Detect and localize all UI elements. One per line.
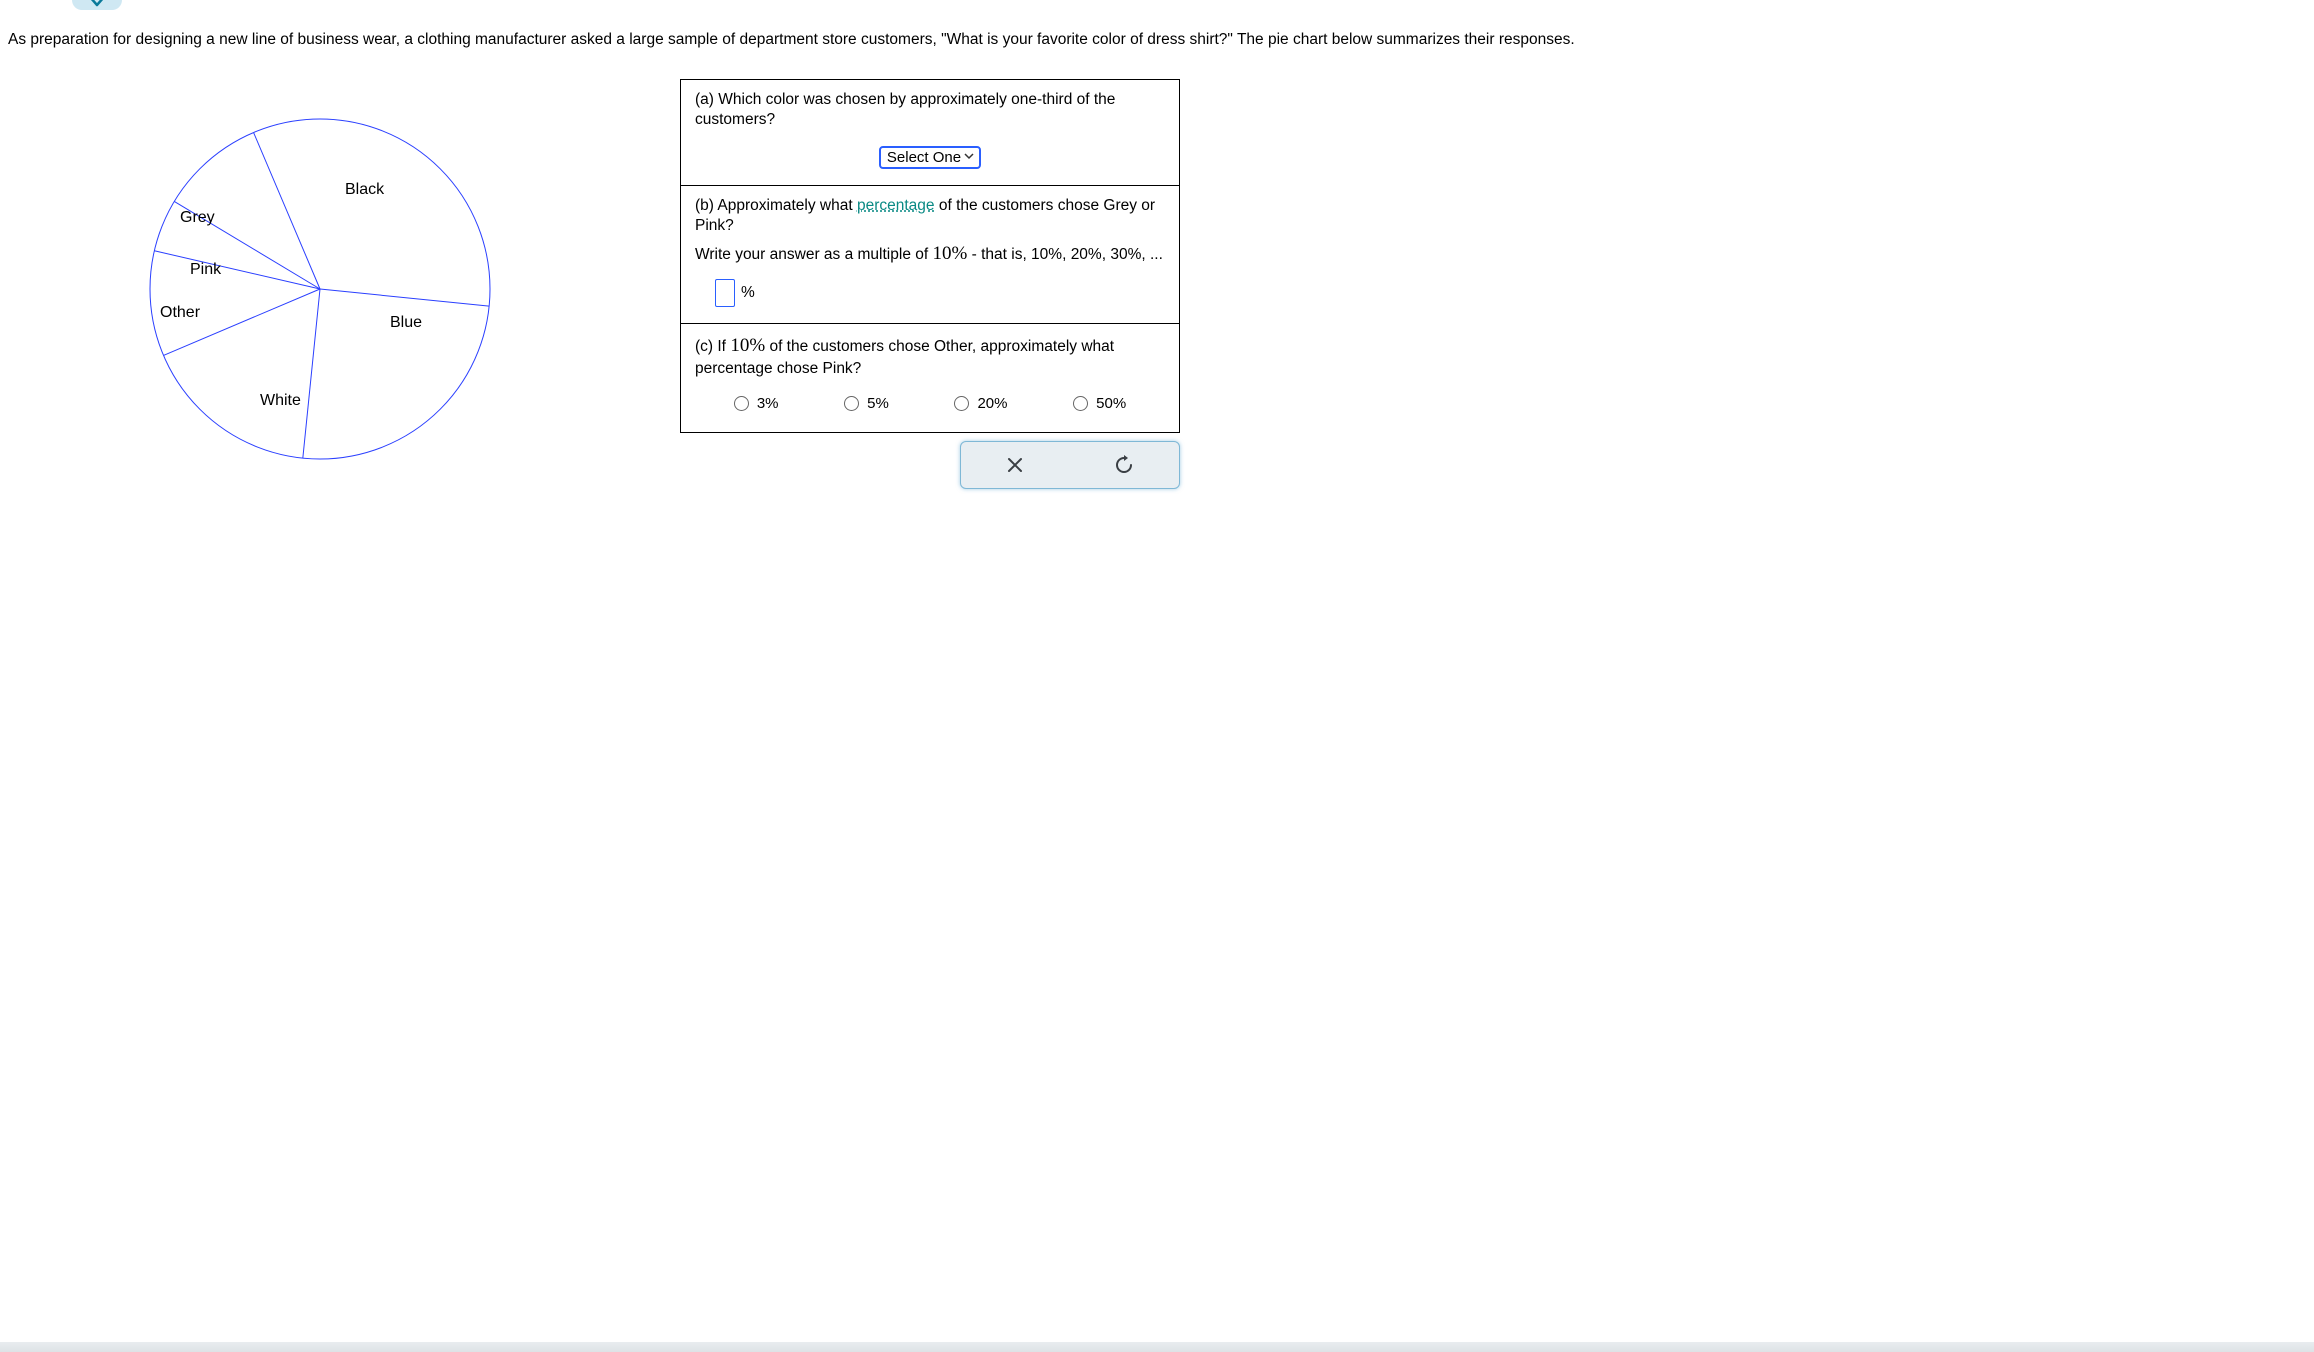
pie-chart: Black Blue White Other Pink Grey <box>140 109 500 469</box>
pie-label-other: Other <box>160 304 200 322</box>
question-prompt: As preparation for designing a new line … <box>0 0 2314 59</box>
radio-icon <box>844 396 859 411</box>
percentage-tooltip-link[interactable]: percentage <box>857 197 935 214</box>
pie-label-grey: Grey <box>180 209 215 227</box>
question-c-text: (c) If 10% of the customers chose Other,… <box>695 334 1165 379</box>
pie-label-white: White <box>260 392 301 410</box>
reset-button[interactable] <box>1114 455 1134 475</box>
option-label: 3% <box>757 395 779 412</box>
question-panel: (a) Which color was chosen by approximat… <box>680 79 1180 433</box>
action-toolbar <box>960 441 1180 489</box>
radio-icon <box>1073 396 1088 411</box>
pie-label-black: Black <box>345 181 384 199</box>
option-label: 20% <box>977 395 1007 412</box>
question-c-option[interactable]: 20% <box>954 395 1007 412</box>
question-b: (b) Approximately what percentage of the… <box>681 186 1179 324</box>
question-b-text: (b) Approximately what percentage of the… <box>695 196 1165 236</box>
question-b-hint: Write your answer as a multiple of 10% -… <box>695 242 1165 267</box>
radio-icon <box>954 396 969 411</box>
question-c-option[interactable]: 5% <box>844 395 889 412</box>
question-c-option[interactable]: 3% <box>734 395 779 412</box>
clear-button[interactable] <box>1006 456 1024 474</box>
reset-icon <box>1114 455 1134 475</box>
radio-icon <box>734 396 749 411</box>
question-a: (a) Which color was chosen by approximat… <box>681 80 1179 186</box>
pie-label-pink: Pink <box>190 261 221 279</box>
question-b-input[interactable] <box>715 279 735 307</box>
option-label: 50% <box>1096 395 1126 412</box>
percent-unit: % <box>741 284 755 302</box>
question-c: (c) If 10% of the customers chose Other,… <box>681 324 1179 432</box>
chevron-down-icon <box>963 149 975 166</box>
footer-strip <box>0 1342 2314 1352</box>
question-c-option[interactable]: 50% <box>1073 395 1126 412</box>
question-a-text: (a) Which color was chosen by approximat… <box>695 90 1165 130</box>
pie-label-blue: Blue <box>390 314 422 332</box>
close-icon <box>1006 456 1024 474</box>
option-label: 5% <box>867 395 889 412</box>
hint-tab-fragment <box>72 0 122 10</box>
question-a-select[interactable]: Select One <box>879 146 981 169</box>
select-placeholder: Select One <box>887 149 961 166</box>
